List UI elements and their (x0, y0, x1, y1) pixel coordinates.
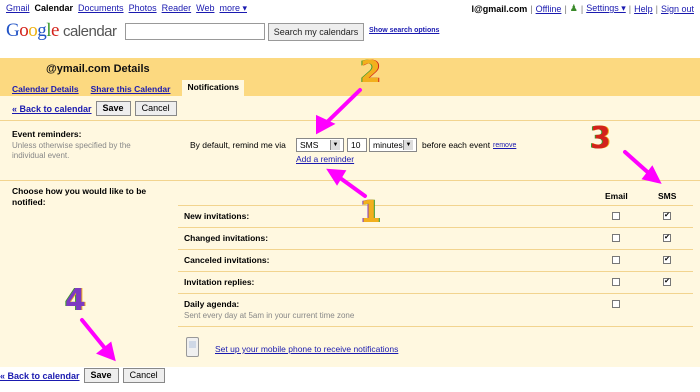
separator: | (564, 3, 567, 14)
account-email: l@gmail.com (471, 3, 528, 14)
daily-agenda-description: Sent every day at 5am in your current ti… (184, 311, 355, 320)
row-divider (178, 227, 693, 228)
annotation-number-1: 1 (360, 195, 381, 230)
annotation-number-3: 3 (590, 121, 611, 156)
sms-checkbox-new-invitations[interactable]: ✔ (663, 212, 671, 220)
reminder-method-value: SMS (300, 140, 319, 150)
logo-letter: G (6, 20, 20, 41)
app-link-calendar[interactable]: Calendar (35, 3, 74, 14)
back-to-calendar-link[interactable]: « Back to calendar (0, 371, 80, 381)
sign-out-link[interactable]: Sign out (661, 4, 694, 14)
row-divider (178, 205, 693, 206)
annotation-number-4: 4 (65, 283, 86, 318)
annotation-number-2: 2 (360, 55, 381, 90)
top-nav-bar: Gmail Calendar Documents Photos Reader W… (0, 0, 700, 16)
chevron-down-icon: ▼ (330, 140, 340, 150)
separator: | (530, 3, 533, 14)
show-search-options-link[interactable]: Show search options (369, 27, 439, 34)
reminder-after-text: before each event (422, 140, 491, 150)
app-link-documents[interactable]: Documents (78, 3, 124, 14)
search-input[interactable] (125, 23, 265, 40)
email-checkbox-invitation-replies[interactable] (612, 278, 620, 286)
logo-product-name: calendar (62, 23, 117, 40)
row-divider (178, 326, 693, 327)
logo-letter: o (19, 20, 29, 41)
event-reminders-description: Unless otherwise specified by the indivi… (12, 141, 131, 160)
separator: | (628, 3, 632, 14)
tab-calendar-details[interactable]: Calendar Details (12, 82, 79, 96)
reminder-default-text: By default, remind me via (190, 140, 286, 150)
bottom-action-bar: « Back to calendar Save Cancel (0, 368, 165, 383)
google-calendar-logo[interactable]: Google calendar (6, 20, 117, 44)
page-title-text: @ymail.com Details (46, 63, 150, 75)
offline-link[interactable]: Offline (536, 4, 562, 14)
event-reminders-label: Event reminders: (12, 129, 82, 139)
mobile-phone-icon (186, 337, 199, 357)
email-checkbox-changed-invitations[interactable] (612, 234, 620, 242)
tab-notifications[interactable]: Notifications (182, 80, 244, 96)
back-to-calendar-link[interactable]: « Back to calendar (12, 104, 92, 114)
help-link[interactable]: Help (634, 4, 653, 14)
app-link-reader[interactable]: Reader (162, 3, 192, 14)
save-button[interactable]: Save (95, 101, 131, 116)
email-checkbox-canceled-invitations[interactable] (612, 256, 620, 264)
save-button[interactable]: Save (83, 368, 119, 383)
settings-link[interactable]: Settings ▾ (586, 3, 626, 14)
app-link-web[interactable]: Web (196, 3, 214, 14)
details-tabs: Calendar Details Share this Calendar Not… (12, 80, 244, 96)
logo-letter: e (51, 20, 59, 41)
cancel-button[interactable]: Cancel (134, 101, 177, 116)
reminder-unit-value: minutes (373, 140, 403, 150)
add-reminder-link[interactable]: Add a reminder (296, 154, 354, 164)
row-divider (178, 293, 693, 294)
redacted-name (12, 62, 46, 72)
notification-row-label: Changed invitations: (184, 233, 269, 243)
tab-share-calendar[interactable]: Share this Calendar (91, 82, 171, 96)
email-checkbox-new-invitations[interactable] (612, 212, 620, 220)
separator: | (655, 3, 658, 14)
notification-row-label: Daily agenda: (184, 299, 240, 309)
separator: | (580, 3, 584, 14)
reminder-method-select[interactable]: SMS ▼ (296, 138, 344, 152)
sms-column-header: SMS (658, 191, 677, 201)
chevron-down-icon: ▼ (403, 140, 413, 150)
notifications-label: Choose how you would like to be notified… (12, 186, 147, 207)
reminder-amount-input[interactable]: 10 (347, 138, 367, 152)
offline-status-icon: ♟ (569, 3, 578, 13)
account-links: l@gmail.com | Offline | ♟ | Settings ▾ |… (471, 3, 694, 14)
app-link-photos[interactable]: Photos (129, 3, 157, 14)
sms-checkbox-changed-invitations[interactable]: ✔ (663, 234, 671, 242)
email-column-header: Email (605, 191, 628, 201)
logo-letter: o (28, 20, 38, 41)
page-title: @ymail.com Details (12, 62, 150, 75)
row-divider (178, 249, 693, 250)
sms-checkbox-invitation-replies[interactable]: ✔ (663, 278, 671, 286)
divider (0, 180, 700, 181)
cancel-button[interactable]: Cancel (122, 368, 165, 383)
sms-checkbox-canceled-invitations[interactable]: ✔ (663, 256, 671, 264)
search-calendars-button[interactable]: Search my calendars (268, 23, 364, 41)
email-checkbox-daily-agenda[interactable] (612, 300, 620, 308)
notification-row-label: Invitation replies: (184, 277, 255, 287)
notification-row-label: New invitations: (184, 211, 250, 221)
remove-reminder-link[interactable]: remove (493, 142, 516, 149)
notification-row-label: Canceled invitations: (184, 255, 270, 265)
reminder-unit-select[interactable]: minutes ▼ (369, 138, 417, 152)
setup-mobile-link[interactable]: Set up your mobile phone to receive noti… (215, 344, 398, 354)
app-link-gmail[interactable]: Gmail (6, 3, 30, 14)
app-links: Gmail Calendar Documents Photos Reader W… (6, 3, 247, 14)
logo-letter: g (37, 20, 47, 41)
app-link-more[interactable]: more ▾ (219, 3, 247, 14)
top-action-bar: « Back to calendar Save Cancel (12, 101, 177, 116)
row-divider (178, 271, 693, 272)
